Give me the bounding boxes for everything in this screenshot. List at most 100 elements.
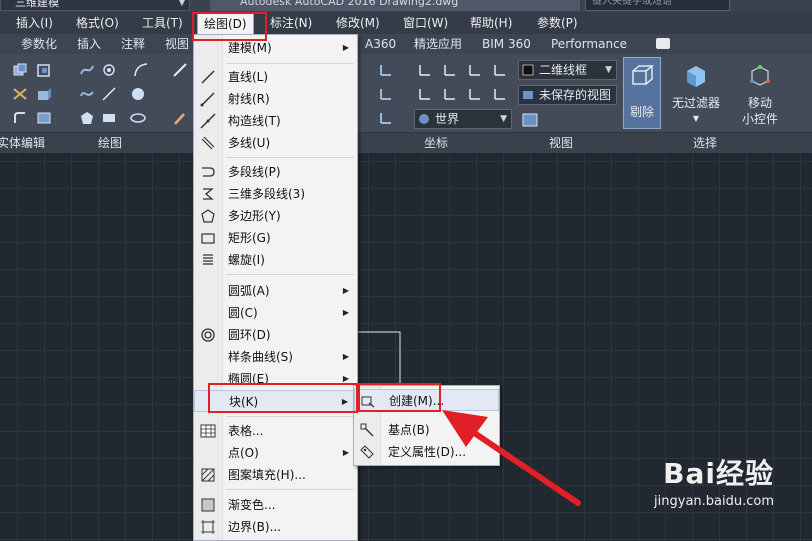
tab-featured-apps[interactable]: 精选应用 — [414, 34, 462, 54]
app-title: Autodesk AutoCAD 2016 Drawing2.dwg — [210, 0, 580, 11]
menu-divider — [226, 63, 354, 64]
menu-item-rectangle[interactable]: 矩形(G) — [194, 227, 357, 249]
workspace-selector[interactable]: 三维建模 ▼ — [0, 0, 190, 11]
menu-window[interactable]: 窗口(W) — [403, 12, 448, 34]
menu-divider — [226, 416, 354, 417]
menu-item-table[interactable]: 表格... — [194, 420, 357, 442]
fillet-edge-icon[interactable] — [12, 110, 28, 126]
watermark: Bai经验 jingyan.baidu.com — [654, 452, 774, 509]
loft-icon[interactable] — [101, 62, 117, 78]
ribbon-tab-bar: 参数化 插入 注释 视图 A360 精选应用 BIM 360 Performan… — [0, 34, 812, 55]
shell-icon[interactable] — [36, 110, 52, 126]
menu-item-helix[interactable]: 螺旋(I) — [194, 249, 357, 271]
tab-parametric[interactable]: 参数化 — [21, 34, 57, 54]
menu-item-ray[interactable]: 射线(R) — [194, 88, 357, 110]
sweep-icon[interactable] — [79, 62, 95, 78]
menu-insert[interactable]: 插入(I) — [16, 12, 53, 34]
separate-icon[interactable] — [12, 86, 28, 102]
subtract-icon[interactable] — [36, 62, 52, 78]
submenu-arrow-icon: ▶ — [342, 43, 349, 52]
annotation-box-block — [208, 383, 358, 413]
ucs-view-icon[interactable] — [417, 86, 433, 102]
ribbon: 世界 ▼ 二维线框 ▼ 未保存的视图 剔除 无过滤器 ▼ 移动 小控件 — [0, 54, 812, 132]
brush-icon[interactable] — [172, 110, 188, 126]
saved-view-combo[interactable]: 未保存的视图 — [518, 85, 617, 105]
move-gizmo-button[interactable]: 移动 小控件 — [736, 57, 784, 129]
ribbon-panel-bar: 实体编辑 绘图 坐标 视图 选择 — [0, 132, 812, 153]
ucs-combo[interactable]: 世界 ▼ — [414, 109, 512, 129]
menu-help[interactable]: 帮助(H) — [470, 12, 512, 34]
union-icon[interactable] — [12, 62, 28, 78]
tab-a360[interactable]: A360 — [365, 34, 396, 54]
menu-modify[interactable]: 修改(M) — [336, 12, 380, 34]
panel-draw[interactable]: 绘图 — [98, 133, 122, 153]
panel-view[interactable]: 视图 — [549, 133, 573, 153]
ellipse-icon[interactable] — [130, 110, 146, 126]
panel-coordinates[interactable]: 坐标 — [424, 133, 448, 153]
extrude-face-icon[interactable] — [36, 86, 52, 102]
menu-dimension[interactable]: 标注(N) — [270, 12, 312, 34]
polygon-icon[interactable] — [79, 110, 95, 126]
line-icon — [201, 70, 215, 84]
menu-item-arc[interactable]: 圆弧(A) ▶ — [194, 280, 357, 302]
menu-item-spline[interactable]: 样条曲线(S) ▶ — [194, 346, 357, 368]
menu-tools[interactable]: 工具(T) — [142, 12, 183, 34]
curve-icon[interactable] — [133, 62, 149, 78]
no-filter-button[interactable]: 无过滤器 ▼ — [668, 57, 724, 129]
multiline-icon — [201, 136, 215, 150]
ucs-icon-toggle[interactable] — [378, 110, 394, 126]
cull-label: 剔除 — [629, 105, 654, 119]
saved-view-value: 未保存的视图 — [539, 88, 612, 102]
chevron-down-icon: ▼ — [500, 114, 507, 124]
menu-item-boundary[interactable]: 边界(B)... — [194, 516, 357, 538]
ucs-object-icon[interactable] — [442, 86, 458, 102]
ucs-origin-icon[interactable] — [417, 62, 433, 78]
tab-bim360[interactable]: BIM 360 — [482, 34, 531, 54]
ucs-x-icon[interactable] — [442, 62, 458, 78]
panel-selection[interactable]: 选择 — [693, 133, 717, 153]
ucs-z-icon[interactable] — [492, 62, 508, 78]
menu-item-polygon[interactable]: 多边形(Y) — [194, 205, 357, 227]
ucs-y-icon[interactable] — [467, 62, 483, 78]
menu-format[interactable]: 格式(O) — [76, 12, 119, 34]
search-input[interactable]: 键入关键字或短语 — [585, 0, 730, 11]
menu-item-pline[interactable]: 多段线(P) — [194, 161, 357, 183]
circle-icon[interactable] — [130, 86, 146, 102]
menu-divider — [226, 489, 354, 490]
menu-item-point[interactable]: 点(O) ▶ — [194, 442, 357, 464]
menu-item-gradient[interactable]: 渐变色... — [194, 494, 357, 516]
spline-icon[interactable] — [79, 86, 95, 102]
menu-item-donut[interactable]: 圆环(D) — [194, 324, 357, 346]
3d-polyline-icon — [203, 188, 214, 200]
tab-annotate[interactable]: 注释 — [121, 34, 145, 54]
ucs-combo-value: 世界 — [435, 112, 460, 126]
ucs-icon[interactable] — [378, 62, 394, 78]
visual-style-combo[interactable]: 二维线框 ▼ — [518, 60, 617, 80]
menu-item-circle[interactable]: 圆(C) ▶ — [194, 302, 357, 324]
gradient-icon — [201, 498, 215, 512]
tab-insert[interactable]: 插入 — [77, 34, 101, 54]
menu-item-mline[interactable]: 多线(U) — [194, 132, 357, 154]
viewport-icon[interactable] — [522, 112, 538, 128]
ucs-named-icon[interactable] — [378, 86, 394, 102]
ribbon-toggle-icon[interactable] — [656, 38, 670, 49]
tab-view[interactable]: 视图 — [165, 34, 189, 54]
menu-item-line[interactable]: 直线(L) — [194, 66, 357, 88]
erase-tool-icon[interactable] — [172, 62, 188, 78]
menu-item-xline[interactable]: 构造线(T) — [194, 110, 357, 132]
polyline-icon — [202, 167, 215, 177]
panel-solid-editing[interactable]: 实体编辑 — [0, 133, 45, 153]
cull-button[interactable]: 剔除 — [623, 57, 661, 129]
menu-item-hatch[interactable]: 图案填充(H)... — [194, 464, 357, 486]
menu-item-3dpoly[interactable]: 三维多段线(3) — [194, 183, 357, 205]
menu-parameters[interactable]: 参数(P) — [537, 12, 578, 34]
base-point-icon — [360, 423, 374, 437]
annotation-box-draw-menu — [192, 12, 267, 41]
ucs-3point-icon[interactable] — [492, 86, 508, 102]
move-gizmo-label-1: 移动 — [747, 96, 772, 110]
line-icon[interactable] — [101, 86, 117, 102]
rectangle-icon[interactable] — [101, 110, 117, 126]
ucs-face-icon[interactable] — [467, 86, 483, 102]
hatch-icon — [201, 468, 215, 482]
tab-performance[interactable]: Performance — [551, 34, 627, 54]
